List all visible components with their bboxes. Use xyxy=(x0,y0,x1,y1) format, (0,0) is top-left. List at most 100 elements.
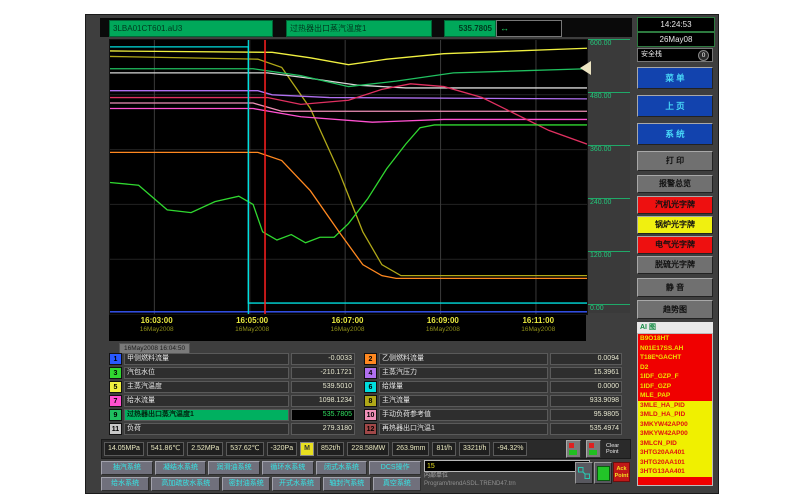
legend-label: 负荷 xyxy=(124,423,289,435)
legend-value: -210.1721 xyxy=(291,367,355,379)
alarm-group-red: B9O18HTN01E17SS.AHT18E*GACHTD21IDF_GZP_F… xyxy=(638,334,712,401)
y-scale-label: 600.00 xyxy=(588,39,630,48)
tag-id-box[interactable]: 3LBA01CT601.aU3 xyxy=(109,20,273,37)
cursor-mode-box[interactable]: ↔ xyxy=(496,20,562,37)
tick-time: 16:09:00 xyxy=(395,315,490,326)
legend-label: 主蒸汽压力 xyxy=(379,367,548,379)
nav-condensate-button[interactable]: 凝结水系统 xyxy=(155,461,207,475)
nav-vacuum-button[interactable]: 真空系统 xyxy=(373,477,421,491)
nav-seal-oil-button[interactable]: 密封油系统 xyxy=(222,477,270,491)
legend-row[interactable]: 3 汽包水位 -210.1721 xyxy=(109,367,355,379)
mode-badge[interactable]: M xyxy=(300,442,314,456)
nav-open-water-button[interactable]: 开式水系统 xyxy=(272,477,320,491)
alarm-item[interactable]: 3MLE_HA_PID xyxy=(638,401,712,411)
command-input[interactable] xyxy=(424,460,590,472)
clear-point-label[interactable]: Clear Point xyxy=(606,443,628,455)
legend-value: -0.0033 xyxy=(291,353,355,365)
nav-extraction-steam-button[interactable]: 抽汽系统 xyxy=(101,461,153,475)
scale-pointer-icon[interactable] xyxy=(580,61,591,75)
alarm-item[interactable]: 3MKYW42AP00 xyxy=(638,420,712,430)
alarm-item[interactable]: 1IDF_GZP xyxy=(638,382,712,392)
tag-name-box[interactable]: 过热器出口蒸汽温度1 xyxy=(286,20,432,37)
status-value: 541.86℃ xyxy=(147,442,184,456)
nav-gland-steam-button[interactable]: 轴封汽系统 xyxy=(323,477,371,491)
legend-column-left: 1 甲侧燃料流量 -0.0033 3 汽包水位 -210.1721 5 主蒸汽温… xyxy=(109,353,355,435)
trend-page-button[interactable]: 趋势图 xyxy=(637,300,713,319)
legend-row[interactable]: 4 主蒸汽压力 15.3961 xyxy=(364,367,622,379)
alarm-item[interactable]: 1IDF_GZP_F xyxy=(638,372,712,382)
system-button[interactable]: 系 统 xyxy=(637,123,713,145)
legend-value: 539.5010 xyxy=(291,381,355,393)
green-indicator-icon xyxy=(589,450,597,455)
legend-row[interactable]: 5 主蒸汽温度 539.5010 xyxy=(109,381,355,393)
legend-row[interactable]: 2 乙侧燃料流量 0.0094 xyxy=(364,353,622,365)
legend-row[interactable]: 8 主汽流量 933.9098 xyxy=(364,395,622,407)
legend-row[interactable]: 6 给煤量 0.0000 xyxy=(364,381,622,393)
red-indicator-icon xyxy=(569,443,574,448)
legend-value: 933.9098 xyxy=(550,395,622,407)
legend-label: 手动负荷参考值 xyxy=(379,409,548,421)
trend-plot[interactable] xyxy=(109,39,588,315)
legend-row-selected[interactable]: 9 过热器出口蒸汽温度1 535.7805 xyxy=(109,409,355,421)
alarm-item[interactable]: 3MKYW42AP00 xyxy=(638,429,712,439)
status-value: 3321t/h xyxy=(459,442,490,456)
legend-value: 1098.1234 xyxy=(291,395,355,407)
y-scale-label: 0.00 xyxy=(588,304,630,313)
security-level-box[interactable]: 安全栈 0 xyxy=(637,48,713,62)
x-axis-tick: 16:05:00 16May2008 xyxy=(204,315,299,341)
alarm-item[interactable]: 3MLD_HA_PID xyxy=(638,410,712,420)
status-value: -94.32% xyxy=(493,442,527,456)
link-icon xyxy=(578,467,590,479)
fgd-annunciator-button[interactable]: 脱硫光字牌 xyxy=(637,256,713,274)
nav-lube-oil-button[interactable]: 润滑油系统 xyxy=(208,461,260,475)
boiler-annunciator-button[interactable]: 锅炉光字牌 xyxy=(637,216,713,234)
tick-time: 16:03:00 xyxy=(109,315,204,326)
legend-row[interactable]: 7 给水流量 1098.1234 xyxy=(109,395,355,407)
alarm-item[interactable]: 3HTG13AA401 xyxy=(638,467,712,477)
alarm-overview-button[interactable]: 报警总览 xyxy=(637,175,713,193)
nav-row-2: 给水系统 高加疏放水系统 密封油系统 开式水系统 轴封汽系统 真空系统 xyxy=(101,477,421,491)
nav-circ-water-button[interactable]: 循环水系统 xyxy=(262,461,314,475)
prev-page-button[interactable]: 上 页 xyxy=(637,95,713,117)
turbine-annunciator-button[interactable]: 汽机光字牌 xyxy=(637,196,713,214)
alarm-item[interactable]: MLE_PAP xyxy=(638,391,712,401)
alarm-item[interactable]: T18E*GACHT xyxy=(638,353,712,363)
alarm-item[interactable]: N01E17SS.AH xyxy=(638,344,712,354)
legend-row[interactable]: 10 手动负荷参考值 95.9805 xyxy=(364,409,622,421)
alarm-item[interactable]: D2 xyxy=(638,363,712,373)
y-scale-label: 480.00 xyxy=(588,92,630,101)
x-axis-tick: 16:11:00 16May2008 xyxy=(491,315,586,341)
mute-button[interactable]: 静 音 xyxy=(637,278,713,297)
alarm-item[interactable]: 3MLCN_PID xyxy=(638,439,712,449)
alarm-item[interactable]: 3HTG20AA401 xyxy=(638,448,712,458)
legend-row[interactable]: 1 甲侧燃料流量 -0.0033 xyxy=(109,353,355,365)
nav-hp-heater-drain-button[interactable]: 高加疏放水系统 xyxy=(151,477,220,491)
status-value: -320Pa xyxy=(267,442,298,456)
x-axis-tick: 16:03:00 16May2008 xyxy=(109,315,204,341)
x-axis-tick: 16:07:00 16May2008 xyxy=(300,315,395,341)
nav-closed-water-button[interactable]: 闭式水系统 xyxy=(316,461,368,475)
alarm-item[interactable]: B9O18HT xyxy=(638,334,712,344)
menu-button[interactable]: 菜 单 xyxy=(637,67,713,89)
legend-value: 0.0000 xyxy=(550,381,622,393)
nav-feedwater-button[interactable]: 给水系统 xyxy=(101,477,149,491)
legend-row[interactable]: 12 再热器出口汽温1 535.4974 xyxy=(364,423,622,435)
trend-scroll-right-button[interactable] xyxy=(586,440,601,458)
link-button[interactable] xyxy=(575,462,593,484)
ack-point-button[interactable]: Ack Point xyxy=(613,462,630,482)
nav-dcs-ops-button[interactable]: DCS操作 xyxy=(369,461,421,475)
legend-row[interactable]: 11 负荷 279.3180 xyxy=(109,423,355,435)
x-axis: 16:03:00 16May2008 16:05:00 16May2008 16… xyxy=(109,315,586,341)
status-value: 2.52MPa xyxy=(187,442,223,456)
tick-date: 16May2008 xyxy=(395,326,490,334)
y-scale-label: 240.00 xyxy=(588,198,630,207)
trend-scroll-left-button[interactable] xyxy=(566,440,581,458)
status-value: 81t/h xyxy=(432,442,456,456)
alarm-item[interactable]: 3HTG20AA101 xyxy=(638,458,712,468)
screen-button[interactable] xyxy=(594,462,612,484)
legend-label: 给煤量 xyxy=(379,381,548,393)
electric-annunciator-button[interactable]: 电气光字牌 xyxy=(637,236,713,254)
legend-value: 15.3961 xyxy=(550,367,622,379)
print-button[interactable]: 打 印 xyxy=(637,151,713,171)
tick-date: 16May2008 xyxy=(491,326,586,334)
